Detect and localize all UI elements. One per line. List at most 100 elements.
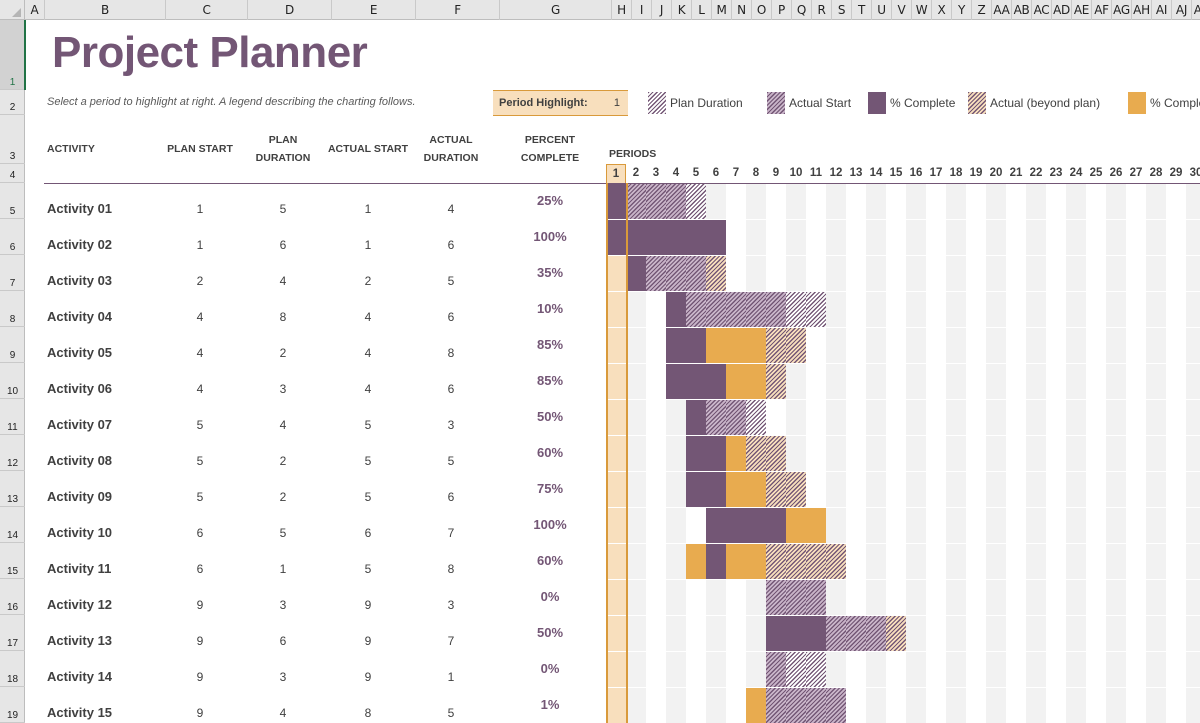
row-header-19[interactable]: 19 <box>0 687 25 723</box>
actual-start-cell[interactable]: 4 <box>338 346 398 360</box>
column-header-d[interactable]: D <box>248 0 332 20</box>
column-header-s[interactable]: S <box>832 0 852 20</box>
row-header-7[interactable]: 7 <box>0 255 25 291</box>
column-header-y[interactable]: Y <box>952 0 972 20</box>
actual-start-cell[interactable]: 1 <box>338 238 398 252</box>
column-header-l[interactable]: L <box>692 0 712 20</box>
column-header-c[interactable]: C <box>166 0 248 20</box>
column-header-z[interactable]: Z <box>972 0 992 20</box>
row-header-17[interactable]: 17 <box>0 615 25 651</box>
column-header-ah[interactable]: AH <box>1132 0 1152 20</box>
percent-complete-cell[interactable]: 85% <box>510 337 590 352</box>
column-header-af[interactable]: AF <box>1092 0 1112 20</box>
plan-start-cell[interactable]: 5 <box>170 418 230 432</box>
activity-name[interactable]: Activity 11 <box>47 561 111 576</box>
percent-complete-cell[interactable]: 0% <box>510 589 590 604</box>
actual-start-cell[interactable]: 4 <box>338 310 398 324</box>
column-header-ad[interactable]: AD <box>1052 0 1072 20</box>
plan-start-cell[interactable]: 9 <box>170 670 230 684</box>
row-header-8[interactable]: 8 <box>0 291 25 327</box>
actual-duration-cell[interactable]: 6 <box>421 490 481 504</box>
column-header-f[interactable]: F <box>416 0 500 20</box>
activity-name[interactable]: Activity 14 <box>47 669 112 684</box>
plan-start-cell[interactable]: 2 <box>170 274 230 288</box>
plan-duration-cell[interactable]: 6 <box>253 634 313 648</box>
actual-start-cell[interactable]: 5 <box>338 454 398 468</box>
plan-start-cell[interactable]: 9 <box>170 634 230 648</box>
activity-name[interactable]: Activity 02 <box>47 237 112 252</box>
actual-duration-cell[interactable]: 7 <box>421 634 481 648</box>
activity-name[interactable]: Activity 08 <box>47 453 112 468</box>
row-header-16[interactable]: 16 <box>0 579 25 615</box>
column-header-e[interactable]: E <box>332 0 416 20</box>
plan-duration-cell[interactable]: 6 <box>253 238 313 252</box>
column-header-t[interactable]: T <box>852 0 872 20</box>
actual-start-cell[interactable]: 9 <box>338 598 398 612</box>
actual-duration-cell[interactable]: 6 <box>421 382 481 396</box>
row-header-14[interactable]: 14 <box>0 507 25 543</box>
actual-start-cell[interactable]: 1 <box>338 202 398 216</box>
activity-name[interactable]: Activity 01 <box>47 201 112 216</box>
activity-name[interactable]: Activity 05 <box>47 345 112 360</box>
actual-start-cell[interactable]: 5 <box>338 562 398 576</box>
activity-name[interactable]: Activity 03 <box>47 273 112 288</box>
percent-complete-cell[interactable]: 10% <box>510 301 590 316</box>
actual-start-cell[interactable]: 2 <box>338 274 398 288</box>
plan-start-cell[interactable]: 6 <box>170 562 230 576</box>
actual-duration-cell[interactable]: 1 <box>421 670 481 684</box>
plan-duration-cell[interactable]: 2 <box>253 346 313 360</box>
column-header-a[interactable]: A <box>25 0 45 20</box>
percent-complete-cell[interactable]: 100% <box>510 517 590 532</box>
plan-start-cell[interactable]: 9 <box>170 706 230 720</box>
actual-start-cell[interactable]: 9 <box>338 670 398 684</box>
plan-duration-cell[interactable]: 4 <box>253 706 313 720</box>
activity-name[interactable]: Activity 10 <box>47 525 112 540</box>
column-header-p[interactable]: P <box>772 0 792 20</box>
column-header-b[interactable]: B <box>45 0 166 20</box>
row-header-3[interactable]: 3 <box>0 115 25 164</box>
plan-start-cell[interactable]: 4 <box>170 310 230 324</box>
actual-duration-cell[interactable]: 8 <box>421 562 481 576</box>
plan-duration-cell[interactable]: 5 <box>253 202 313 216</box>
column-header-ak[interactable]: AK <box>1192 0 1200 20</box>
activity-name[interactable]: Activity 13 <box>47 633 112 648</box>
plan-start-cell[interactable]: 6 <box>170 526 230 540</box>
row-header-10[interactable]: 10 <box>0 363 25 399</box>
percent-complete-cell[interactable]: 85% <box>510 373 590 388</box>
column-header-ag[interactable]: AG <box>1112 0 1132 20</box>
plan-duration-cell[interactable]: 3 <box>253 670 313 684</box>
actual-start-cell[interactable]: 5 <box>338 418 398 432</box>
plan-duration-cell[interactable]: 8 <box>253 310 313 324</box>
percent-complete-cell[interactable]: 0% <box>510 661 590 676</box>
percent-complete-cell[interactable]: 60% <box>510 445 590 460</box>
percent-complete-cell[interactable]: 60% <box>510 553 590 568</box>
plan-duration-cell[interactable]: 3 <box>253 382 313 396</box>
actual-duration-cell[interactable]: 6 <box>421 238 481 252</box>
column-header-aa[interactable]: AA <box>992 0 1012 20</box>
plan-duration-cell[interactable]: 1 <box>253 562 313 576</box>
column-header-g[interactable]: G <box>500 0 612 20</box>
actual-duration-cell[interactable]: 5 <box>421 454 481 468</box>
column-header-aj[interactable]: AJ <box>1172 0 1192 20</box>
row-header-11[interactable]: 11 <box>0 399 25 435</box>
actual-duration-cell[interactable]: 6 <box>421 310 481 324</box>
activity-name[interactable]: Activity 07 <box>47 417 112 432</box>
activity-name[interactable]: Activity 15 <box>47 705 112 720</box>
actual-duration-cell[interactable]: 4 <box>421 202 481 216</box>
column-header-k[interactable]: K <box>672 0 692 20</box>
plan-start-cell[interactable]: 1 <box>170 202 230 216</box>
column-header-o[interactable]: O <box>752 0 772 20</box>
actual-duration-cell[interactable]: 8 <box>421 346 481 360</box>
row-header-6[interactable]: 6 <box>0 219 25 255</box>
plan-start-cell[interactable]: 4 <box>170 382 230 396</box>
select-all-button[interactable] <box>0 0 25 20</box>
row-header-1[interactable]: 1 <box>0 20 25 90</box>
actual-start-cell[interactable]: 9 <box>338 634 398 648</box>
column-header-ac[interactable]: AC <box>1032 0 1052 20</box>
plan-duration-cell[interactable]: 4 <box>253 418 313 432</box>
actual-start-cell[interactable]: 6 <box>338 526 398 540</box>
row-header-13[interactable]: 13 <box>0 471 25 507</box>
column-header-q[interactable]: Q <box>792 0 812 20</box>
percent-complete-cell[interactable]: 100% <box>510 229 590 244</box>
actual-duration-cell[interactable]: 3 <box>421 418 481 432</box>
